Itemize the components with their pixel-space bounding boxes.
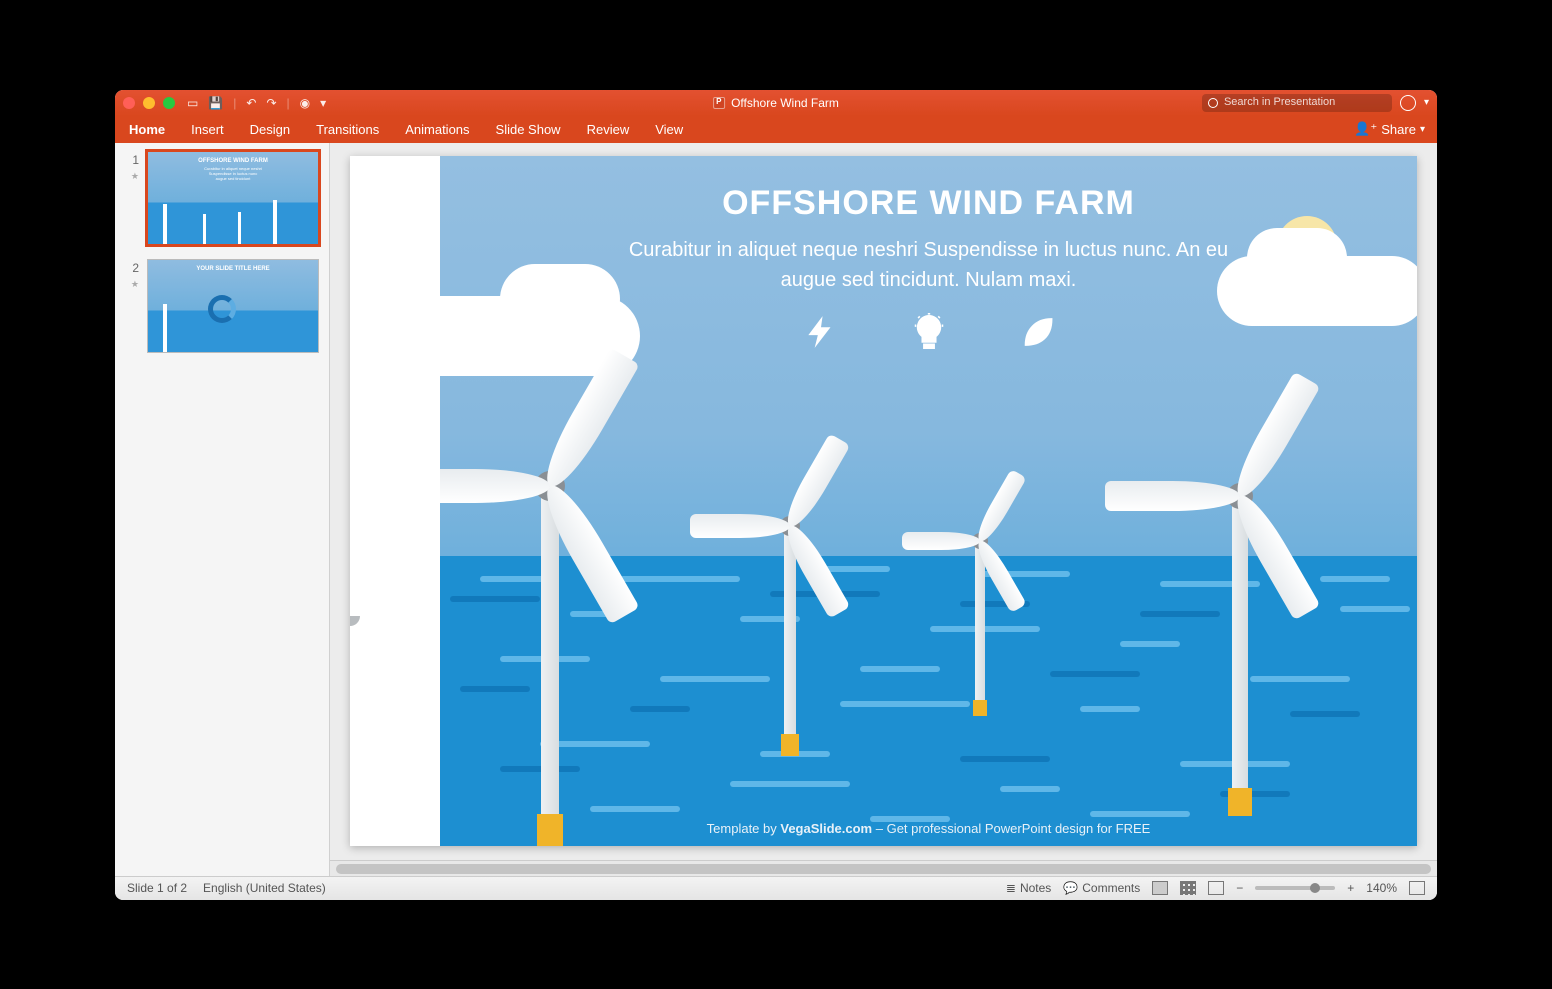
slide[interactable]: OFFSHORE WIND FARM Curabitur in aliquet … bbox=[350, 156, 1417, 846]
tab-view[interactable]: View bbox=[653, 118, 685, 141]
animation-star-icon: ★ bbox=[125, 171, 139, 182]
tab-insert[interactable]: Insert bbox=[189, 118, 226, 141]
titlebar: ▭ 💾 | ↶ ↷ | ◉ ▾ Offshore Wind Farm Searc… bbox=[115, 90, 1437, 116]
notes-button[interactable]: ≣Notes bbox=[1006, 881, 1051, 895]
slide-footer[interactable]: Template by VegaSlide.com – Get professi… bbox=[440, 821, 1417, 836]
document-title: Offshore Wind Farm bbox=[731, 96, 839, 110]
chevron-down-icon: ▾ bbox=[1420, 124, 1425, 135]
zoom-in-button[interactable]: + bbox=[1347, 881, 1354, 895]
tab-slide-show[interactable]: Slide Show bbox=[494, 118, 563, 141]
language-indicator[interactable]: English (United States) bbox=[203, 881, 326, 895]
search-input[interactable]: Search in Presentation bbox=[1202, 94, 1392, 112]
notes-icon: ≣ bbox=[1006, 881, 1016, 895]
tab-transitions[interactable]: Transitions bbox=[314, 118, 381, 141]
thumb-preview[interactable]: OFFSHORE WIND FARM Curabitur in aliquet … bbox=[147, 151, 319, 245]
zoom-level[interactable]: 140% bbox=[1366, 881, 1397, 895]
share-icon: 👤⁺ bbox=[1354, 121, 1377, 137]
comments-button[interactable]: 💬Comments bbox=[1063, 881, 1140, 895]
tab-animations[interactable]: Animations bbox=[403, 118, 471, 141]
undo-icon[interactable]: ↶ bbox=[246, 96, 256, 110]
boat-decoration bbox=[350, 596, 380, 626]
editor-body: 1 ★ OFFSHORE WIND FARM Curabitur in aliqu… bbox=[115, 143, 1437, 876]
redo-icon[interactable]: ↷ bbox=[266, 96, 276, 110]
leaf-icon[interactable] bbox=[1018, 313, 1056, 351]
animation-star-icon: ★ bbox=[125, 279, 139, 290]
slide-indicator[interactable]: Slide 1 of 2 bbox=[127, 881, 187, 895]
zoom-icon[interactable] bbox=[163, 97, 175, 109]
slide-thumb-2[interactable]: 2 ★ YOUR SLIDE TITLE HERE bbox=[125, 259, 319, 353]
powerpoint-icon bbox=[713, 97, 725, 109]
slide-panel[interactable]: 1 ★ OFFSHORE WIND FARM Curabitur in aliqu… bbox=[115, 143, 330, 876]
titlebar-menu-icon[interactable]: ▾ bbox=[1424, 97, 1429, 108]
zoom-handle[interactable] bbox=[1310, 883, 1320, 893]
status-bar: Slide 1 of 2 English (United States) ≣No… bbox=[115, 876, 1437, 900]
bolt-icon[interactable] bbox=[802, 313, 840, 351]
share-button[interactable]: 👤⁺ Share ▾ bbox=[1354, 121, 1425, 137]
fit-to-window-icon[interactable] bbox=[1409, 881, 1425, 895]
toolbar-view-icon[interactable]: ▭ bbox=[187, 96, 198, 110]
horizontal-scrollbar[interactable] bbox=[330, 860, 1437, 876]
tab-home[interactable]: Home bbox=[127, 118, 167, 141]
sea-background bbox=[440, 556, 1417, 846]
slide-title[interactable]: OFFSHORE WIND FARM bbox=[440, 184, 1417, 223]
minimize-icon[interactable] bbox=[143, 97, 155, 109]
window-title: Offshore Wind Farm bbox=[713, 96, 839, 110]
comments-icon: 💬 bbox=[1063, 881, 1078, 895]
start-show-icon[interactable]: ◉ bbox=[300, 96, 310, 110]
tab-design[interactable]: Design bbox=[248, 118, 292, 141]
thumb-preview[interactable]: YOUR SLIDE TITLE HERE bbox=[147, 259, 319, 353]
app-window: ▭ 💾 | ↶ ↷ | ◉ ▾ Offshore Wind Farm Searc… bbox=[115, 90, 1437, 900]
scroll-thumb[interactable] bbox=[336, 864, 1431, 874]
save-icon[interactable]: 💾 bbox=[208, 96, 223, 110]
slide-thumb-1[interactable]: 1 ★ OFFSHORE WIND FARM Curabitur in aliqu… bbox=[125, 151, 319, 245]
tab-review[interactable]: Review bbox=[585, 118, 632, 141]
normal-view-icon[interactable] bbox=[1152, 881, 1168, 895]
zoom-out-button[interactable]: − bbox=[1236, 881, 1243, 895]
thumb-number: 1 bbox=[132, 153, 139, 167]
customize-qat-icon[interactable]: ▾ bbox=[320, 96, 326, 110]
close-icon[interactable] bbox=[123, 97, 135, 109]
thumb-number: 2 bbox=[132, 261, 139, 275]
bulb-icon[interactable] bbox=[910, 313, 948, 351]
slide-subtitle[interactable]: Curabitur in aliquet neque neshri Suspen… bbox=[440, 235, 1417, 295]
reading-view-icon[interactable] bbox=[1208, 881, 1224, 895]
feedback-icon[interactable] bbox=[1400, 95, 1416, 111]
icon-row bbox=[440, 313, 1417, 351]
editor-area: OFFSHORE WIND FARM Curabitur in aliquet … bbox=[330, 143, 1437, 876]
window-controls bbox=[123, 97, 175, 109]
sorter-view-icon[interactable] bbox=[1180, 881, 1196, 895]
ribbon: Home Insert Design Transitions Animation… bbox=[115, 116, 1437, 143]
zoom-slider[interactable] bbox=[1255, 886, 1335, 890]
quick-access-toolbar: ▭ 💾 | ↶ ↷ | ◉ ▾ bbox=[187, 96, 326, 110]
slide-canvas[interactable]: OFFSHORE WIND FARM Curabitur in aliquet … bbox=[330, 143, 1437, 860]
